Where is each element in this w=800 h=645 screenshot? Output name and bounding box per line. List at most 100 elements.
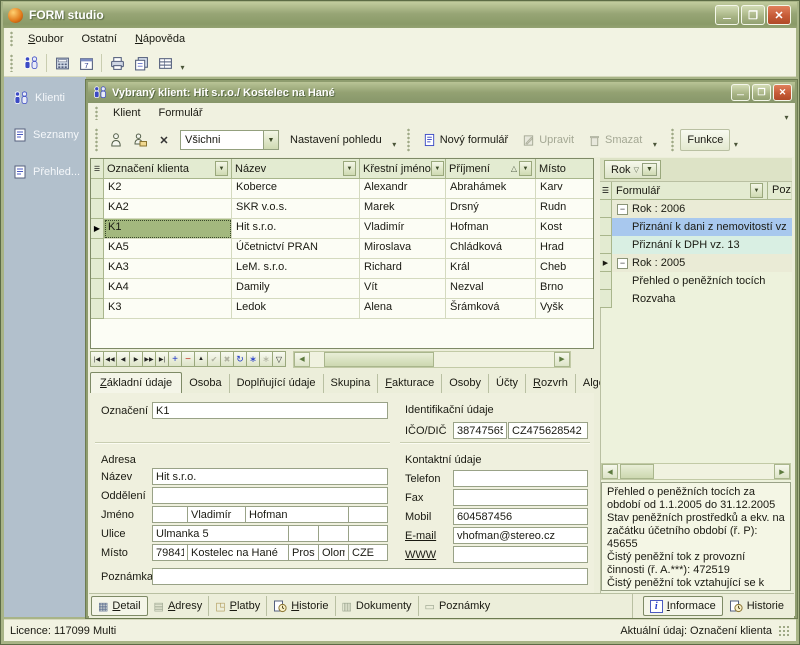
cell-krestni[interactable]: Marek [360, 199, 446, 219]
row-selector[interactable] [91, 239, 104, 259]
telefon-field[interactable] [453, 470, 588, 487]
form-item-label[interactable]: Přiznání k DPH vz. 13 [612, 236, 792, 254]
nav-last-button[interactable]: ▶| [155, 351, 169, 367]
tab-rozvrh[interactable]: Rozvrh [526, 374, 576, 393]
cell-krestni[interactable]: Alena [360, 299, 446, 319]
close-button[interactable]: ✕ [767, 5, 791, 25]
tab-platby[interactable]: ◳ Platby [209, 596, 267, 616]
client-close-button[interactable]: ✕ [773, 84, 792, 101]
minimize-button[interactable]: — [715, 5, 739, 25]
titul-field[interactable] [152, 506, 188, 523]
cell-misto[interactable]: Cheb [536, 259, 594, 279]
form-item-label[interactable]: Rozvaha [612, 290, 792, 308]
nav-search-button[interactable]: ∗ [246, 351, 260, 367]
cell-prijmeni[interactable]: Abrahámek [446, 179, 536, 199]
prijmeni-field[interactable] [245, 506, 349, 523]
forms-item-row[interactable]: Přehled o peněžních tocích [600, 272, 792, 290]
column-filter-button[interactable]: ▼ [519, 161, 532, 176]
column-header-krestni[interactable]: Křestní jméno▼ [360, 159, 446, 179]
cell-nazev[interactable]: SKR v.o.s. [232, 199, 360, 219]
cell-misto[interactable]: Karv [536, 179, 594, 199]
okres-field[interactable] [288, 544, 319, 561]
calendar-button[interactable] [74, 52, 98, 74]
scroll-right-icon[interactable]: ▶ [774, 464, 790, 479]
forms-group-row[interactable]: −Rok : 2006 [600, 200, 792, 218]
tab-historie[interactable]: Historie [267, 596, 335, 616]
dropdown-button[interactable]: ▼ [263, 131, 278, 149]
print-button[interactable] [105, 52, 129, 74]
cell-nazev[interactable]: Ledok [232, 299, 360, 319]
cell-prijmeni[interactable]: Hofman [446, 219, 536, 239]
sidebar-item-seznamy[interactable]: Seznamy [4, 122, 86, 148]
tab-adresy[interactable]: ▤ Adresy [148, 596, 210, 616]
cell-prijmeni[interactable]: Drsný [446, 199, 536, 219]
menubar-grip[interactable] [9, 31, 14, 46]
menu-klient[interactable]: Klient [104, 104, 150, 122]
header-menu-icon[interactable]: ☰ [600, 182, 612, 200]
scrollbar-thumb[interactable] [620, 464, 654, 479]
cell-oznaceni[interactable]: K1 [104, 219, 232, 239]
tab-skupina[interactable]: Skupina [324, 374, 379, 393]
forms-horizontal-scrollbar[interactable]: ◀ ▶ [601, 463, 791, 480]
row-selector[interactable] [91, 259, 104, 279]
cell-krestni[interactable]: Miroslava [360, 239, 446, 259]
form-toolbar-grip[interactable] [406, 128, 411, 152]
tab-zakladni-udaje[interactable]: Základní údaje [90, 372, 182, 393]
group-label-wrap[interactable]: −Rok : 2005 [612, 254, 792, 272]
copy-button[interactable] [129, 52, 153, 74]
functions-toolbar-grip[interactable] [670, 128, 675, 152]
row-selector[interactable] [91, 199, 104, 219]
cell-prijmeni[interactable]: Chládková [446, 239, 536, 259]
client-toolbar-grip[interactable] [94, 128, 99, 152]
jmeno-field[interactable] [187, 506, 246, 523]
table-row[interactable]: KA2 SKR v.o.s. Marek Drsný Rudn [91, 199, 593, 219]
table-row[interactable]: K3 Ledok Alena Šrámková Vyšk [91, 299, 593, 319]
menu-soubor[interactable]: Soubor [19, 30, 72, 48]
table-row-selected[interactable]: ▶ K1 Hit s.r.o. Vladimír Hofman Kost [91, 219, 593, 239]
tab-doplnujici-udaje[interactable]: Doplňující údaje [230, 374, 324, 393]
collapse-icon[interactable]: − [617, 258, 628, 269]
column-filter-button[interactable]: ▼ [431, 161, 444, 176]
nav-delete-button[interactable]: − [181, 351, 195, 367]
cell-misto[interactable]: Vyšk [536, 299, 594, 319]
row-selector-current[interactable]: ▶ [91, 219, 104, 239]
scroll-right-icon[interactable]: ▶ [554, 352, 570, 367]
nav-search-next-button[interactable]: ∗ [259, 351, 273, 367]
cell-oznaceni[interactable]: KA4 [104, 279, 232, 299]
row-selector[interactable] [91, 279, 104, 299]
groupby-dropdown-button[interactable]: ▼ [642, 163, 657, 176]
row-selector[interactable] [600, 236, 612, 254]
groupby-rok-button[interactable]: Rok ▽ ▼ [604, 160, 661, 179]
cell-misto[interactable]: Rudn [536, 199, 594, 219]
cell-nazev[interactable]: Damily [232, 279, 360, 299]
cell-misto[interactable]: Brno [536, 279, 594, 299]
resize-grip[interactable] [778, 625, 790, 637]
client-menubar-chevron[interactable]: ▾ [781, 102, 792, 124]
forms-item-row[interactable]: Přiznání k dani z nemovitostí vz [600, 218, 792, 236]
cell-oznaceni[interactable]: K3 [104, 299, 232, 319]
view-settings-button[interactable]: Nastavení pohledu [283, 129, 389, 151]
row-selector[interactable] [91, 179, 104, 199]
functions-button[interactable]: Funkce [680, 129, 730, 151]
client-filter-combo[interactable]: Všichni ▼ [180, 130, 279, 150]
edit-form-button[interactable]: Upravit [515, 129, 581, 151]
row-selector-current[interactable]: ▶ [600, 254, 612, 272]
table-row[interactable]: KA4 Damily Vít Nezval Brno [91, 279, 593, 299]
column-header-misto[interactable]: Místo [536, 159, 594, 179]
form-item-label[interactable]: Přiznání k dani z nemovitostí vz [612, 218, 792, 236]
cell-prijmeni[interactable]: Šrámková [446, 299, 536, 319]
titul2-field[interactable] [348, 506, 388, 523]
table-row[interactable]: KA5 Účetnictví PRAN Miroslava Chládková … [91, 239, 593, 259]
client-window-titlebar[interactable]: Vybraný klient: Hit s.r.o./ Kostelec na … [88, 82, 795, 103]
nav-next-button[interactable]: ▶ [129, 351, 143, 367]
forms-item-row[interactable]: Přiznání k DPH vz. 13 [600, 236, 792, 254]
tab-osoby[interactable]: Osoby [442, 374, 489, 393]
cell-misto[interactable]: Kost [536, 219, 594, 239]
cell-krestni[interactable]: Richard [360, 259, 446, 279]
psc-field[interactable] [152, 544, 188, 561]
cell-nazev[interactable]: Hit s.r.o. [232, 219, 360, 239]
ulice3-field[interactable] [318, 525, 349, 542]
forms-group-row[interactable]: ▶ −Rok : 2005 [600, 254, 792, 272]
nav-refresh-button[interactable]: ↻ [233, 351, 247, 367]
toolbar-grip[interactable] [9, 54, 14, 72]
